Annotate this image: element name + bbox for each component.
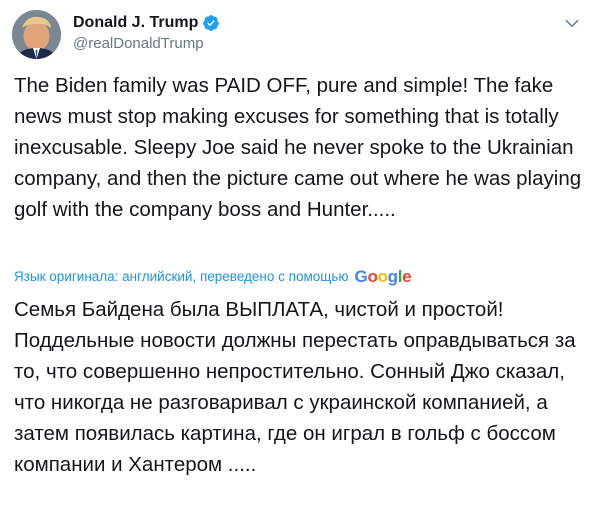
author-name-row: Donald J. Trump [73, 12, 220, 34]
google-logo: Google [354, 267, 412, 286]
translation-notice-text[interactable]: Язык оригинала: английский, переведено с… [14, 269, 349, 284]
translation-notice: Язык оригинала: английский, переведено с… [14, 267, 412, 286]
avatar[interactable] [12, 10, 61, 59]
tweet-text: The Biden family was PAID OFF, pure and … [14, 74, 582, 221]
translated-tweet-text: Семья Байдена была ВЫПЛАТА, чистой и про… [14, 298, 576, 476]
chevron-down-icon[interactable] [563, 14, 581, 32]
tweet-card: Donald J. Trump @realDonaldTrump The Bid… [0, 0, 595, 522]
verified-badge-icon [202, 14, 220, 32]
author-display-name[interactable]: Donald J. Trump [73, 14, 198, 32]
author-handle[interactable]: @realDonaldTrump [73, 35, 204, 52]
